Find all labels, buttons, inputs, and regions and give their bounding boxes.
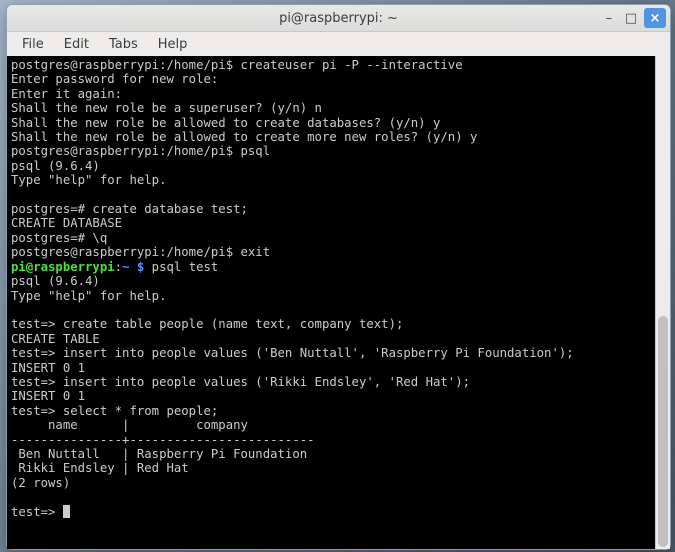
menu-tabs[interactable]: Tabs <box>100 35 147 54</box>
terminal-line: Type "help" for help. <box>11 173 652 187</box>
terminal-line: ---------------+------------------------… <box>11 433 652 447</box>
terminal-line: test=> insert into people values ('Ben N… <box>11 346 652 360</box>
terminal-line: postgres@raspberrypi:/home/pi$ createuse… <box>11 58 652 72</box>
terminal-text: psql (9.6.4) <box>11 274 100 288</box>
titlebar[interactable]: pi@raspberrypi: ~ – □ × <box>7 5 670 32</box>
terminal-text: name | company <box>11 418 248 432</box>
terminal-text: Shall the new role be a superuser? (y/n)… <box>11 101 322 115</box>
terminal-text: CREATE TABLE <box>11 332 100 346</box>
terminal-text: Enter password for new role: <box>11 72 218 86</box>
close-button[interactable]: × <box>644 8 666 28</box>
terminal-line: postgres@raspberrypi:/home/pi$ psql <box>11 144 652 158</box>
terminal-text: postgres@raspberrypi:/home/pi$ createuse… <box>11 58 463 72</box>
terminal-line: Shall the new role be a superuser? (y/n)… <box>11 101 652 115</box>
terminal-line: postgres=# \q <box>11 231 652 245</box>
terminal-line: Rikki Endsley | Red Hat <box>11 461 652 475</box>
terminal-line: pi@raspberrypi:~ $ psql test <box>11 260 652 274</box>
cursor <box>63 505 70 518</box>
terminal-line: INSERT 0 1 <box>11 361 652 375</box>
scrollbar-thumb[interactable] <box>658 316 668 547</box>
terminal-text: CREATE DATABASE <box>11 216 122 230</box>
terminal-line: (2 rows) <box>11 476 652 490</box>
terminal-text: postgres@raspberrypi:/home/pi$ exit <box>11 245 270 259</box>
maximize-button[interactable]: □ <box>620 8 642 28</box>
terminal-text: Shall the new role be allowed to create … <box>11 116 440 130</box>
terminal-text: INSERT 0 1 <box>11 389 85 403</box>
minimize-button[interactable]: – <box>598 8 620 28</box>
terminal-line: postgres@raspberrypi:/home/pi$ exit <box>11 245 652 259</box>
terminal-line: Shall the new role be allowed to create … <box>11 116 652 130</box>
terminal-text: test=> <box>11 505 63 519</box>
terminal-text: psql test <box>144 260 218 274</box>
terminal-text: postgres@raspberrypi:/home/pi$ psql <box>11 144 270 158</box>
terminal-line: CREATE DATABASE <box>11 216 652 230</box>
terminal-text: test=> insert into people values ('Ben N… <box>11 346 574 360</box>
terminal-line: test=> create table people (name text, c… <box>11 317 652 331</box>
terminal-text: Type "help" for help. <box>11 173 166 187</box>
terminal-text: ---------------+------------------------… <box>11 433 315 447</box>
terminal-line <box>11 490 652 504</box>
terminal-viewport: postgres@raspberrypi:/home/pi$ createuse… <box>7 56 670 549</box>
terminal-line: test=> <box>11 505 652 519</box>
terminal-line: CREATE TABLE <box>11 332 652 346</box>
terminal-text: postgres=# create database test; <box>11 202 248 216</box>
terminal-text: (2 rows) <box>11 476 70 490</box>
terminal-text: test=> insert into people values ('Rikki… <box>11 375 470 389</box>
terminal-text: Shall the new role be allowed to create … <box>11 130 477 144</box>
menubar: File Edit Tabs Help <box>7 32 670 56</box>
terminal-line: psql (9.6.4) <box>11 159 652 173</box>
terminal-line: test=> insert into people values ('Rikki… <box>11 375 652 389</box>
menu-help[interactable]: Help <box>149 35 197 54</box>
terminal-line: psql (9.6.4) <box>11 274 652 288</box>
terminal-text: : <box>115 260 122 274</box>
terminal-line: INSERT 0 1 <box>11 389 652 403</box>
terminal-line: Shall the new role be allowed to create … <box>11 130 652 144</box>
terminal-text: ~ $ <box>122 260 144 274</box>
terminal-line <box>11 303 652 317</box>
terminal-line: Ben Nuttall | Raspberry Pi Foundation <box>11 447 652 461</box>
terminal-line: Type "help" for help. <box>11 289 652 303</box>
terminal-text: Enter it again: <box>11 87 122 101</box>
terminal-line: name | company <box>11 418 652 432</box>
terminal-text: postgres=# \q <box>11 231 107 245</box>
window-controls: – □ × <box>598 8 666 28</box>
terminal-line: Enter it again: <box>11 87 652 101</box>
scrollbar-track[interactable] <box>655 56 670 549</box>
terminal[interactable]: postgres@raspberrypi:/home/pi$ createuse… <box>7 56 656 549</box>
terminal-line: postgres=# create database test; <box>11 202 652 216</box>
menu-edit[interactable]: Edit <box>55 35 98 54</box>
menu-file[interactable]: File <box>13 35 53 54</box>
terminal-line: test=> select * from people; <box>11 404 652 418</box>
terminal-line: Enter password for new role: <box>11 72 652 86</box>
terminal-text: test=> create table people (name text, c… <box>11 317 403 331</box>
terminal-line <box>11 188 652 202</box>
terminal-window: pi@raspberrypi: ~ – □ × File Edit Tabs H… <box>6 4 671 550</box>
terminal-text: Rikki Endsley | Red Hat <box>11 461 189 475</box>
terminal-text: pi@raspberrypi <box>11 260 115 274</box>
terminal-text: psql (9.6.4) <box>11 159 100 173</box>
terminal-text: test=> select * from people; <box>11 404 218 418</box>
terminal-text: Type "help" for help. <box>11 289 166 303</box>
window-title: pi@raspberrypi: ~ <box>7 11 670 26</box>
terminal-text: Ben Nuttall | Raspberry Pi Foundation <box>11 447 307 461</box>
terminal-text: INSERT 0 1 <box>11 361 85 375</box>
